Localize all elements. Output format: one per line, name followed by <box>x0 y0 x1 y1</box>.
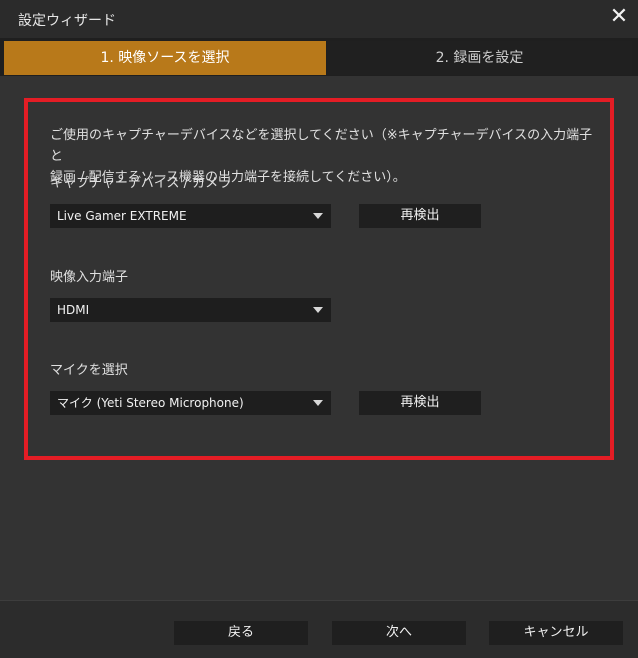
rescan-capture-device-button[interactable]: 再検出 <box>359 204 481 228</box>
video-input-label: 映像入力端子 <box>50 270 129 285</box>
wizard-tabs: 1. 映像ソースを選択 2. 録画を設定 <box>0 38 638 76</box>
mic-select[interactable]: マイク (Yeti Stereo Microphone) <box>50 391 331 415</box>
window-title: 設定ウィザード <box>18 13 116 29</box>
chevron-down-icon <box>313 213 323 219</box>
tab-select-video-source[interactable]: 1. 映像ソースを選択 <box>4 41 326 75</box>
tab-recording-settings[interactable]: 2. 録画を設定 <box>327 41 632 75</box>
mic-value: マイク (Yeti Stereo Microphone) <box>57 396 244 410</box>
rescan-mic-button[interactable]: 再検出 <box>359 391 481 415</box>
video-input-select[interactable]: HDMI <box>50 298 331 322</box>
capture-device-label: キャプチャーデバイス / カメラ <box>50 176 232 191</box>
back-button[interactable]: 戻る <box>174 621 308 645</box>
close-icon[interactable]: ✕ <box>608 6 630 28</box>
setup-wizard-window: 設定ウィザード ✕ 1. 映像ソースを選択 2. 録画を設定 ご使用のキャプチャ… <box>0 0 638 658</box>
footer-bar: 戻る 次へ キャンセル <box>0 600 638 658</box>
capture-device-select[interactable]: Live Gamer EXTREME <box>50 204 331 228</box>
instructions-line-1: ご使用のキャプチャーデバイスなどを選択してください（※キャプチャーデバイスの入力… <box>50 128 593 164</box>
cancel-button[interactable]: キャンセル <box>489 621 623 645</box>
next-button[interactable]: 次へ <box>332 621 466 645</box>
capture-device-value: Live Gamer EXTREME <box>57 209 187 223</box>
chevron-down-icon <box>313 400 323 406</box>
main-content: ご使用のキャプチャーデバイスなどを選択してください（※キャプチャーデバイスの入力… <box>0 76 638 600</box>
titlebar: 設定ウィザード ✕ <box>0 0 638 38</box>
chevron-down-icon <box>313 307 323 313</box>
mic-label: マイクを選択 <box>50 363 128 378</box>
video-input-value: HDMI <box>57 303 90 317</box>
